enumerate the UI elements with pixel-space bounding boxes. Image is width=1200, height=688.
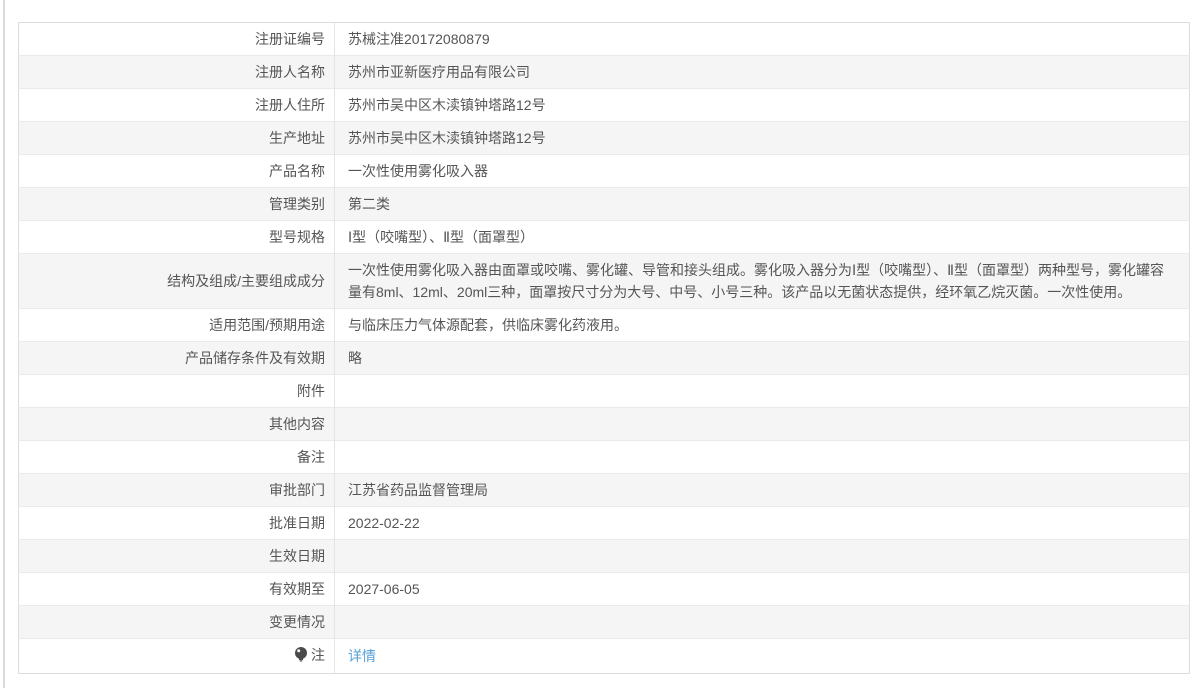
row-label-cell: 适用范围/预期用途 bbox=[18, 308, 335, 342]
row-label-cell: 注册人住所 bbox=[18, 88, 335, 122]
row-value-cell: 苏州市吴中区木渎镇钟塔路12号 bbox=[335, 122, 1190, 155]
table-row: 注 详情 bbox=[18, 638, 1190, 674]
row-value-cell: 第二类 bbox=[335, 188, 1190, 221]
row-value: 苏州市吴中区木渎镇钟塔路12号 bbox=[348, 130, 546, 146]
row-value-cell bbox=[335, 441, 1190, 474]
note-bulb-icon bbox=[294, 646, 308, 668]
row-label: 生效日期 bbox=[269, 548, 325, 564]
row-label-cell: 注 bbox=[18, 638, 335, 674]
table-row: 注册人名称 苏州市亚新医疗用品有限公司 bbox=[18, 55, 1190, 89]
row-label: 型号规格 bbox=[269, 229, 325, 245]
row-value: 第二类 bbox=[348, 196, 390, 212]
row-value: 2022-02-22 bbox=[348, 515, 420, 531]
table-row: 管理类别 第二类 bbox=[18, 187, 1190, 221]
row-value: 苏州市吴中区木渎镇钟塔路12号 bbox=[348, 97, 546, 113]
row-label-cell: 注册证编号 bbox=[18, 22, 335, 56]
table-row: 批准日期 2022-02-22 bbox=[18, 506, 1190, 540]
row-label-cell: 有效期至 bbox=[18, 572, 335, 606]
row-label-cell: 附件 bbox=[18, 374, 335, 408]
table-row: 产品储存条件及有效期 略 bbox=[18, 341, 1190, 375]
row-value-cell: 2022-02-22 bbox=[335, 507, 1190, 540]
row-label: 变更情况 bbox=[269, 614, 325, 630]
table-row: 备注 bbox=[18, 440, 1190, 474]
row-value-cell bbox=[335, 375, 1190, 408]
row-label: 产品储存条件及有效期 bbox=[185, 350, 325, 366]
row-label: 结构及组成/主要组成成分 bbox=[167, 273, 325, 289]
row-label-cell: 变更情况 bbox=[18, 605, 335, 639]
row-value-cell: Ⅰ型（咬嘴型）、Ⅱ型（面罩型） bbox=[335, 221, 1190, 254]
row-value-cell bbox=[335, 408, 1190, 441]
row-value: 略 bbox=[348, 350, 362, 366]
table-row: 注册证编号 苏械注准20172080879 bbox=[18, 22, 1190, 56]
registration-detail-page: 注册证编号 苏械注准20172080879 注册人名称 苏州市亚新医疗用品有限公司 注册… bbox=[0, 0, 1200, 688]
row-label: 注册证编号 bbox=[255, 31, 325, 47]
row-value: Ⅰ型（咬嘴型）、Ⅱ型（面罩型） bbox=[348, 229, 535, 245]
row-label: 备注 bbox=[297, 449, 325, 465]
row-label: 适用范围/预期用途 bbox=[209, 317, 325, 333]
row-label-cell: 生产地址 bbox=[18, 121, 335, 155]
row-value: 一次性使用雾化吸入器由面罩或咬嘴、雾化罐、导管和接头组成。雾化吸入器分为Ⅰ型（咬… bbox=[348, 262, 1165, 300]
table-row: 生产地址 苏州市吴中区木渎镇钟塔路12号 bbox=[18, 121, 1190, 155]
detail-link[interactable]: 详情 bbox=[348, 648, 376, 664]
row-label: 注 bbox=[311, 647, 325, 663]
row-value: 与临床压力气体源配套，供临床雾化药液用。 bbox=[348, 317, 628, 333]
row-label-cell: 结构及组成/主要组成成分 bbox=[18, 253, 335, 309]
table-row: 注册人住所 苏州市吴中区木渎镇钟塔路12号 bbox=[18, 88, 1190, 122]
table-row: 有效期至 2027-06-05 bbox=[18, 572, 1190, 606]
row-label-cell: 生效日期 bbox=[18, 539, 335, 573]
registration-table-body: 注册证编号 苏械注准20172080879 注册人名称 苏州市亚新医疗用品有限公司 注册… bbox=[18, 22, 1190, 674]
row-label: 有效期至 bbox=[269, 581, 325, 597]
table-row: 生效日期 bbox=[18, 539, 1190, 573]
row-value-cell: 2027-06-05 bbox=[335, 573, 1190, 606]
table-row: 其他内容 bbox=[18, 407, 1190, 441]
row-value: 一次性使用雾化吸入器 bbox=[348, 163, 488, 179]
row-value-cell: 苏州市亚新医疗用品有限公司 bbox=[335, 56, 1190, 89]
row-value-cell bbox=[335, 540, 1190, 573]
row-label-cell: 产品储存条件及有效期 bbox=[18, 341, 335, 375]
row-value: 苏州市亚新医疗用品有限公司 bbox=[348, 64, 530, 80]
row-value-cell: 略 bbox=[335, 342, 1190, 375]
row-label: 管理类别 bbox=[269, 196, 325, 212]
table-row: 附件 bbox=[18, 374, 1190, 408]
table-row: 审批部门 江苏省药品监督管理局 bbox=[18, 473, 1190, 507]
row-label-cell: 产品名称 bbox=[18, 154, 335, 188]
row-value: 2027-06-05 bbox=[348, 581, 420, 597]
row-label-cell: 其他内容 bbox=[18, 407, 335, 441]
row-label-cell: 备注 bbox=[18, 440, 335, 474]
row-value: 江苏省药品监督管理局 bbox=[348, 482, 488, 498]
row-label-cell: 注册人名称 bbox=[18, 55, 335, 89]
row-label: 其他内容 bbox=[269, 416, 325, 432]
row-label: 注册人名称 bbox=[255, 64, 325, 80]
row-label-cell: 型号规格 bbox=[18, 220, 335, 254]
row-value-cell: 详情 bbox=[335, 639, 1190, 674]
row-value: 苏械注准20172080879 bbox=[348, 31, 490, 47]
row-label-cell: 管理类别 bbox=[18, 187, 335, 221]
row-value-cell: 苏械注准20172080879 bbox=[335, 23, 1190, 56]
row-value-cell: 江苏省药品监督管理局 bbox=[335, 474, 1190, 507]
table-row: 产品名称 一次性使用雾化吸入器 bbox=[18, 154, 1190, 188]
table-row: 变更情况 bbox=[18, 605, 1190, 639]
row-value-cell: 一次性使用雾化吸入器 bbox=[335, 155, 1190, 188]
row-value-cell bbox=[335, 606, 1190, 639]
row-label: 附件 bbox=[297, 383, 325, 399]
row-value-cell: 苏州市吴中区木渎镇钟塔路12号 bbox=[335, 89, 1190, 122]
row-label-cell: 审批部门 bbox=[18, 473, 335, 507]
row-value-cell: 一次性使用雾化吸入器由面罩或咬嘴、雾化罐、导管和接头组成。雾化吸入器分为Ⅰ型（咬… bbox=[335, 254, 1190, 309]
table-row: 型号规格 Ⅰ型（咬嘴型）、Ⅱ型（面罩型） bbox=[18, 220, 1190, 254]
table-row: 结构及组成/主要组成成分 一次性使用雾化吸入器由面罩或咬嘴、雾化罐、导管和接头组成… bbox=[18, 253, 1190, 309]
row-label: 批准日期 bbox=[269, 515, 325, 531]
row-value-cell: 与临床压力气体源配套，供临床雾化药液用。 bbox=[335, 309, 1190, 342]
registration-info-table: 注册证编号 苏械注准20172080879 注册人名称 苏州市亚新医疗用品有限公司 注册… bbox=[18, 22, 1190, 674]
row-label: 注册人住所 bbox=[255, 97, 325, 113]
row-label-cell: 批准日期 bbox=[18, 506, 335, 540]
row-label: 生产地址 bbox=[269, 130, 325, 146]
table-row: 适用范围/预期用途 与临床压力气体源配套，供临床雾化药液用。 bbox=[18, 308, 1190, 342]
row-label: 审批部门 bbox=[269, 482, 325, 498]
row-label: 产品名称 bbox=[269, 163, 325, 179]
page-edge-line bbox=[3, 0, 5, 688]
